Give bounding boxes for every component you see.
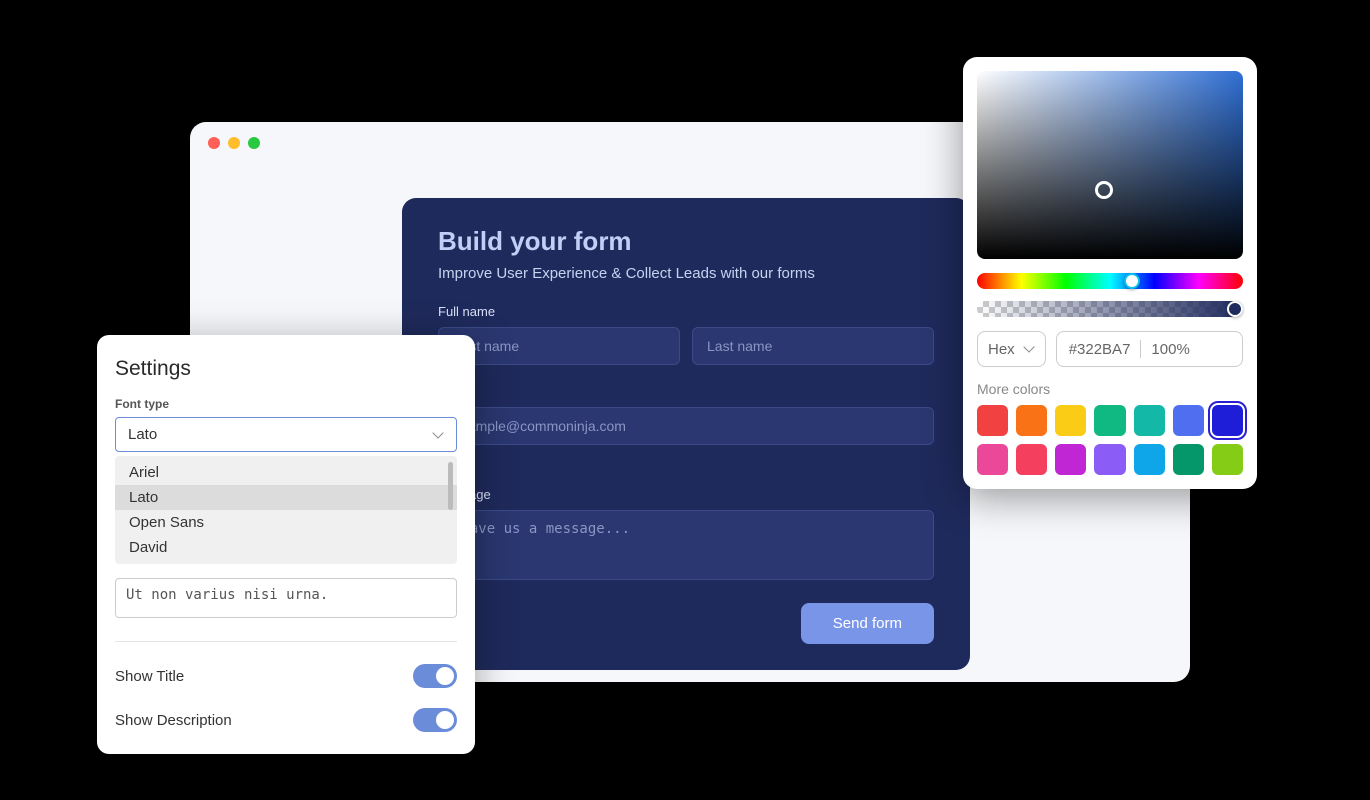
color-swatch[interactable] (1055, 405, 1086, 436)
color-swatch[interactable] (1173, 444, 1204, 475)
color-picker-panel: Hex #322BA7 100% More colors (963, 57, 1257, 489)
traffic-light-minimize[interactable] (228, 137, 240, 149)
dropdown-scrollbar[interactable] (448, 462, 453, 510)
settings-title: Settings (115, 357, 457, 381)
traffic-light-maximize[interactable] (248, 137, 260, 149)
send-form-button[interactable]: Send form (801, 603, 934, 644)
message-label: Message (438, 487, 934, 502)
color-swatch[interactable] (1134, 405, 1165, 436)
email-input[interactable] (438, 407, 934, 445)
hex-divider (1140, 340, 1141, 358)
color-picker-cursor[interactable] (1095, 181, 1113, 199)
alpha-value: 100% (1151, 341, 1189, 358)
color-format-select[interactable]: Hex (977, 331, 1046, 367)
sample-text-input[interactable] (115, 578, 457, 618)
chevron-down-icon (1023, 343, 1035, 355)
full-name-label: Full name (438, 304, 934, 319)
font-option-opensans[interactable]: Open Sans (115, 510, 457, 535)
settings-divider (115, 641, 457, 642)
hex-value: #322BA7 (1069, 341, 1131, 358)
color-swatch[interactable] (1016, 444, 1047, 475)
font-option-lato[interactable]: Lato (115, 485, 457, 510)
show-description-label: Show Description (115, 712, 232, 729)
form-subtitle: Improve User Experience & Collect Leads … (438, 265, 934, 282)
color-swatch[interactable] (1094, 405, 1125, 436)
color-format-value: Hex (988, 341, 1015, 358)
alpha-slider-thumb[interactable] (1227, 301, 1243, 317)
color-swatch[interactable] (1055, 444, 1086, 475)
alpha-slider[interactable] (977, 301, 1243, 317)
message-textarea[interactable] (438, 510, 934, 580)
show-title-toggle[interactable] (413, 664, 457, 688)
swatch-grid (977, 405, 1243, 475)
font-type-dropdown: Ariel Lato Open Sans David (115, 456, 457, 564)
color-swatch[interactable] (1094, 444, 1125, 475)
form-title: Build your form (438, 226, 934, 257)
more-colors-label: More colors (977, 381, 1243, 397)
font-type-select[interactable]: Lato (115, 417, 457, 452)
chevron-down-icon (432, 429, 444, 441)
form-card: Build your form Improve User Experience … (402, 198, 970, 670)
color-swatch[interactable] (1134, 444, 1165, 475)
font-option-ariel[interactable]: Ariel (115, 460, 457, 485)
color-saturation-area[interactable] (977, 71, 1243, 259)
hex-input[interactable]: #322BA7 100% (1056, 331, 1243, 367)
color-swatch[interactable] (1212, 405, 1243, 436)
show-description-toggle[interactable] (413, 708, 457, 732)
color-swatch[interactable] (977, 444, 1008, 475)
settings-panel: Settings Font type Lato Ariel Lato Open … (97, 335, 475, 754)
hue-slider[interactable] (977, 273, 1243, 289)
color-swatch[interactable] (977, 405, 1008, 436)
color-swatch[interactable] (1173, 405, 1204, 436)
font-type-label: Font type (115, 397, 457, 411)
font-option-david[interactable]: David (115, 535, 457, 560)
font-type-value: Lato (128, 426, 157, 443)
color-swatch[interactable] (1016, 405, 1047, 436)
hue-slider-thumb[interactable] (1124, 273, 1140, 289)
traffic-light-close[interactable] (208, 137, 220, 149)
last-name-input[interactable] (692, 327, 934, 365)
show-title-label: Show Title (115, 668, 184, 685)
color-swatch[interactable] (1212, 444, 1243, 475)
